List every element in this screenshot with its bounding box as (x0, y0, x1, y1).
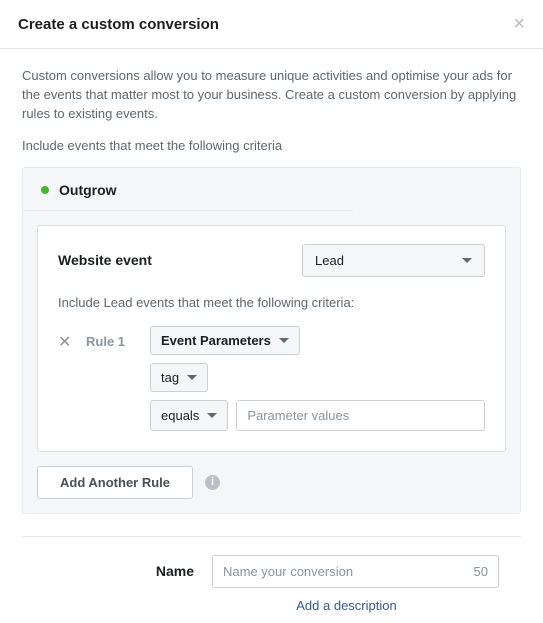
modal-header: Create a custom conversion × (0, 0, 543, 49)
remove-rule-icon[interactable]: ✕ (58, 326, 72, 352)
event-row: Website event Lead (58, 244, 485, 277)
name-input-wrap: 50 (212, 555, 499, 588)
event-label: Website event (58, 252, 288, 268)
param-type-label: Event Parameters (161, 333, 271, 348)
tag-label: tag (161, 370, 179, 385)
operator-select[interactable]: equals (150, 400, 228, 431)
event-select-value: Lead (315, 253, 344, 268)
lead-criteria-text: Include Lead events that meet the follow… (58, 295, 485, 310)
tag-select[interactable]: tag (150, 363, 208, 392)
pixel-block: Outgrow Website event Lead Include Lead … (22, 167, 521, 514)
chevron-down-icon (207, 413, 217, 418)
add-rule-button[interactable]: Add Another Rule (37, 466, 193, 499)
operator-label: equals (161, 408, 199, 423)
info-icon[interactable]: i (205, 475, 220, 490)
rules-card: Website event Lead Include Lead events t… (37, 225, 506, 452)
rule-controls: Event Parameters tag equals (150, 326, 485, 431)
add-rule-row: Add Another Rule i (37, 466, 506, 499)
modal-body: Custom conversions allow you to measure … (0, 49, 543, 623)
rule-row: ✕ Rule 1 Event Parameters tag (58, 326, 485, 431)
param-type-select[interactable]: Event Parameters (150, 326, 300, 355)
name-row: Name 50 (22, 555, 521, 588)
pixel-name: Outgrow (59, 182, 117, 198)
parameter-value-input[interactable] (236, 400, 485, 431)
section-divider (22, 536, 521, 537)
pixel-tab[interactable]: Outgrow (23, 168, 353, 211)
char-count: 50 (464, 564, 498, 579)
chevron-down-icon (187, 375, 197, 380)
conversion-name-input[interactable] (213, 556, 464, 587)
close-icon[interactable]: × (513, 14, 525, 34)
status-dot-icon (41, 186, 49, 194)
modal-title: Create a custom conversion (18, 16, 219, 33)
event-select[interactable]: Lead (302, 244, 485, 277)
criteria-label: Include events that meet the following c… (22, 138, 521, 153)
add-description-link[interactable]: Add a description (22, 598, 521, 613)
chevron-down-icon (279, 338, 289, 343)
intro-text: Custom conversions allow you to measure … (22, 67, 521, 124)
rule-label: Rule 1 (86, 326, 136, 349)
chevron-down-icon (462, 258, 472, 263)
